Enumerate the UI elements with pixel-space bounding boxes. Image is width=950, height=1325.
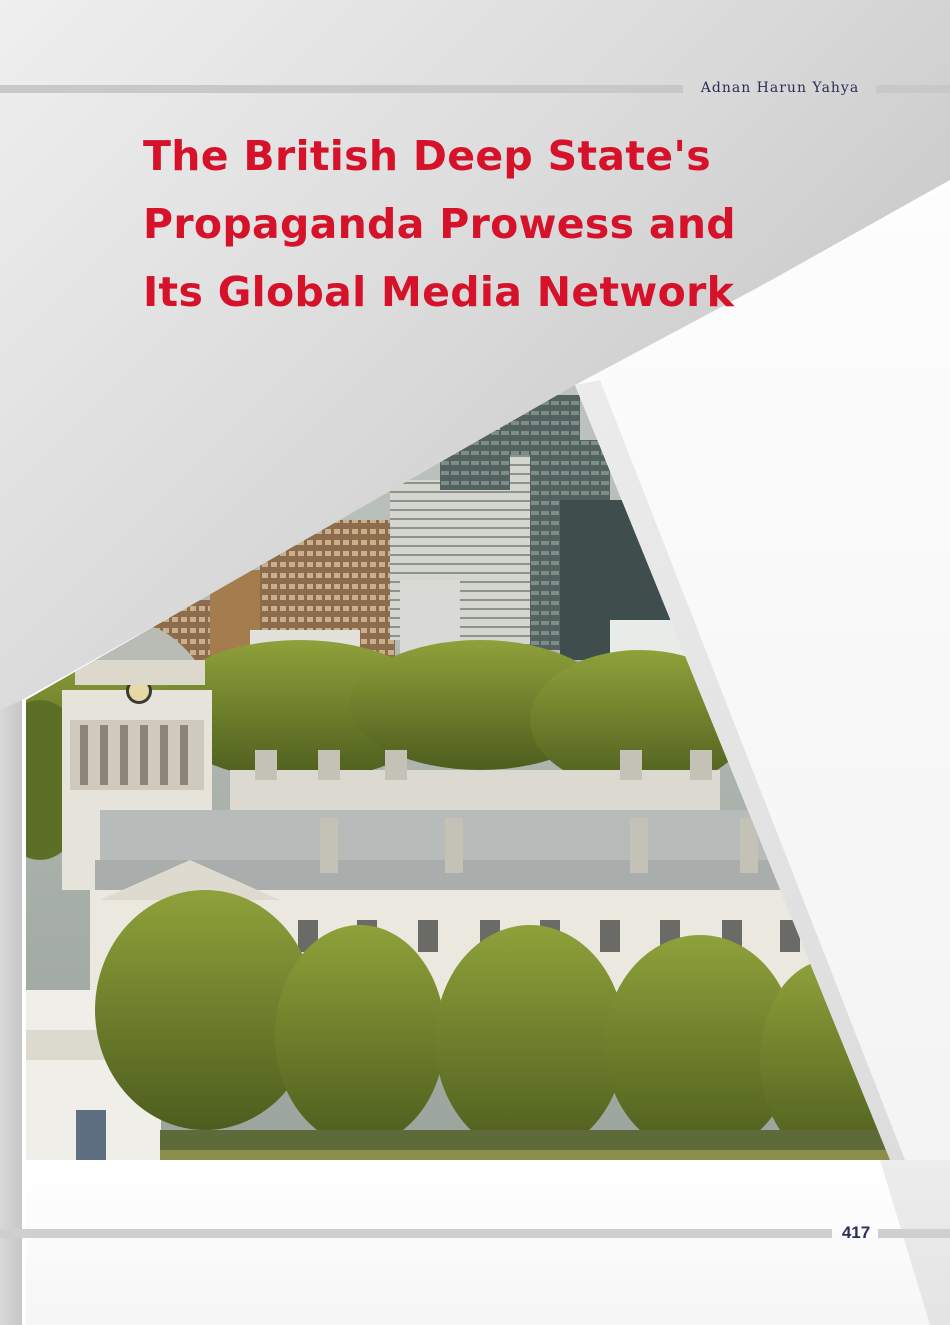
header-rule-left: [0, 85, 683, 93]
header-rule-right: [876, 85, 950, 93]
footer-rule-left: [0, 1229, 832, 1238]
title-line-1: The British Deep State's: [143, 132, 711, 180]
title-line-3: Its Global Media Network: [143, 268, 735, 316]
page-number: 417: [841, 1223, 871, 1242]
footer-rule-right: [878, 1229, 950, 1238]
magazine-page: Adnan Harun Yahya The British Deep State…: [0, 0, 950, 1325]
article-title: The British Deep State's Propaganda Prow…: [143, 122, 743, 326]
bottom-white-area: [26, 1160, 950, 1325]
title-line-2: Propaganda Prowess and: [143, 200, 736, 248]
author-name: Adnan Harun Yahya: [700, 80, 860, 96]
